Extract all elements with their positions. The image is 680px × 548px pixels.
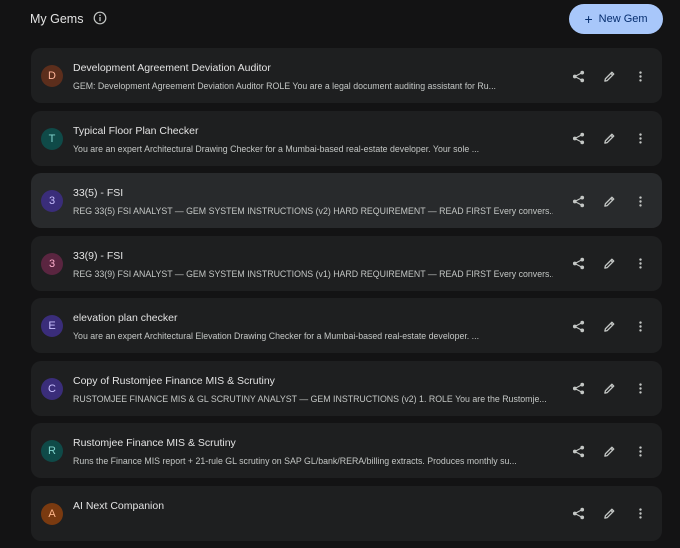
gem-actions <box>568 191 650 211</box>
gem-actions <box>568 254 650 274</box>
share-icon[interactable] <box>568 254 588 274</box>
gem-avatar: A <box>41 502 63 525</box>
gem-description: RUSTOMJEE FINANCE MIS & GL SCRUTINY ANAL… <box>73 393 547 404</box>
gem-avatar: C <box>41 377 63 400</box>
gem-actions <box>568 129 650 149</box>
more-vert-icon[interactable] <box>630 379 650 399</box>
gem-description: REG 33(9) FSI ANALYST — GEM SYSTEM INSTR… <box>73 268 553 279</box>
edit-icon[interactable] <box>599 441 619 461</box>
gem-actions <box>568 379 650 399</box>
more-vert-icon[interactable] <box>630 441 650 461</box>
gem-name: Development Agreement Deviation Auditor <box>73 62 271 74</box>
gem-description: REG 33(5) FSI ANALYST — GEM SYSTEM INSTR… <box>73 206 553 216</box>
gem-description: You are an expert Architectural Elevatio… <box>73 331 480 341</box>
gem-row[interactable]: 3 33(9) - FSI REG 33(9) FSI ANALYST — GEM … <box>31 235 662 291</box>
more-vert-icon[interactable] <box>630 191 650 211</box>
page-title: My Gems <box>30 12 84 26</box>
gem-name: AI Next Companion <box>73 499 165 512</box>
edit-icon[interactable] <box>599 66 619 86</box>
edit-icon[interactable] <box>599 191 619 211</box>
new-gem-label: New Gem <box>598 13 648 25</box>
gem-row[interactable]: R Rustomjee Finance MIS & Scrutiny Runs th… <box>31 423 662 478</box>
gem-avatar: E <box>41 315 63 337</box>
gem-actions <box>568 441 650 461</box>
share-icon[interactable] <box>568 129 588 149</box>
more-vert-icon[interactable] <box>630 316 650 336</box>
gem-actions <box>568 66 650 86</box>
gem-row[interactable]: C Copy of Rustomjee Finance MIS & Scrutin… <box>31 360 662 416</box>
share-icon[interactable] <box>568 316 588 336</box>
gem-list: D Development Agreement Deviation Auditor… <box>31 48 662 548</box>
edit-icon[interactable] <box>599 316 619 336</box>
more-vert-icon[interactable] <box>630 254 650 274</box>
gem-description: Runs the Finance MIS report + 21-rule GL… <box>73 456 517 466</box>
page-header: My Gems + New Gem <box>0 0 680 40</box>
gem-avatar: R <box>41 440 63 462</box>
gem-name: 33(9) - FSI <box>73 249 124 262</box>
gem-name: Typical Floor Plan Checker <box>73 124 199 137</box>
edit-icon[interactable] <box>599 254 619 274</box>
share-icon[interactable] <box>568 441 588 461</box>
gem-row[interactable]: 3 33(5) - FSI REG 33(5) FSI ANALYST — GEM … <box>31 173 662 228</box>
share-icon[interactable] <box>568 66 588 86</box>
gem-avatar: 3 <box>41 252 63 275</box>
gem-description: You are an expert Architectural Drawing … <box>73 143 480 154</box>
more-vert-icon[interactable] <box>630 66 650 86</box>
gem-name: 33(5) - FSI <box>73 187 124 199</box>
gem-actions <box>568 316 650 336</box>
gem-description: GEM: Development Agreement Deviation Aud… <box>73 81 496 91</box>
info-icon[interactable] <box>93 11 107 25</box>
new-gem-button[interactable]: + New Gem <box>569 4 663 34</box>
more-vert-icon[interactable] <box>630 129 650 149</box>
gem-name: elevation plan checker <box>73 312 178 324</box>
gem-avatar: D <box>41 65 63 87</box>
gem-avatar: T <box>41 127 63 150</box>
edit-icon[interactable] <box>599 379 619 399</box>
share-icon[interactable] <box>568 191 588 211</box>
gem-row[interactable]: A AI Next Companion <box>31 485 662 541</box>
gem-avatar: 3 <box>41 190 63 212</box>
share-icon[interactable] <box>568 379 588 399</box>
edit-icon[interactable] <box>599 129 619 149</box>
gem-name: Copy of Rustomjee Finance MIS & Scrutiny <box>73 374 275 387</box>
gem-name: Rustomjee Finance MIS & Scrutiny <box>73 437 236 449</box>
gem-row[interactable]: Eelevation plan checker You are an expert… <box>31 298 662 353</box>
gem-row[interactable]: D Development Agreement Deviation Auditor… <box>31 48 662 103</box>
plus-icon: + <box>584 10 593 27</box>
gem-row[interactable]: T Typical Floor Plan Checker You are an ex… <box>31 110 662 166</box>
